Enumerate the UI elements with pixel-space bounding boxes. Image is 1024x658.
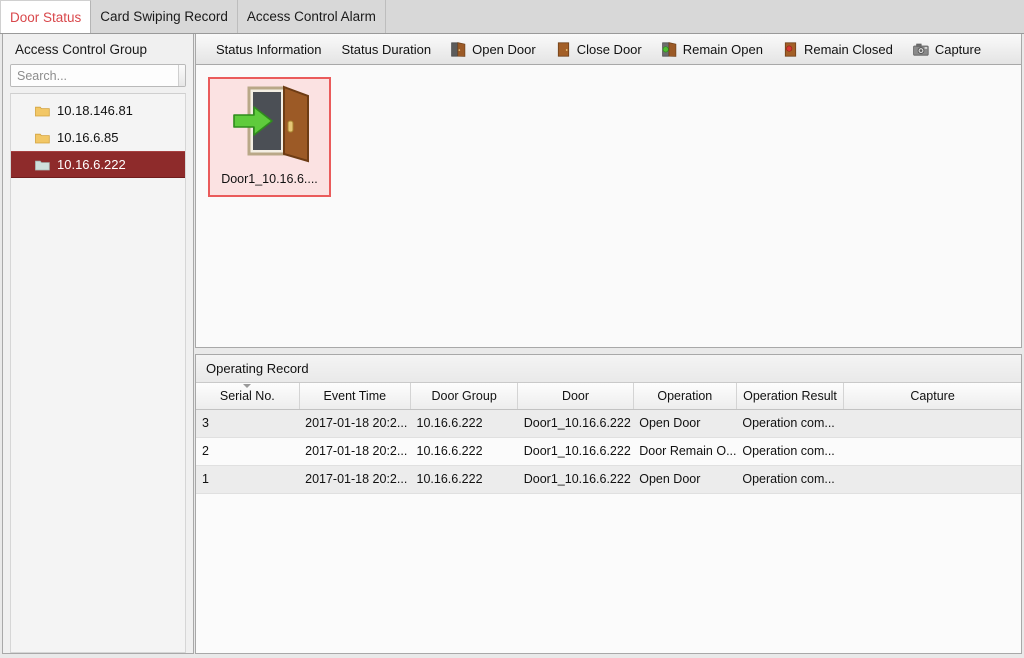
- column-header-operation-result[interactable]: Operation Result: [736, 383, 845, 410]
- cell-event-time: 2017-01-18 20:2...: [299, 437, 411, 466]
- cell-operation-result: Operation com...: [736, 409, 844, 438]
- operating-record-title: Operating Record: [196, 355, 1021, 383]
- tab-access-control-alarm[interactable]: Access Control Alarm: [237, 0, 386, 33]
- cell-serial-no: 2: [196, 437, 300, 466]
- table-row[interactable]: 1 2017-01-18 20:2... 10.16.6.222 Door1_1…: [196, 465, 1021, 494]
- cell-door: Door1_10.16.6.222: [517, 409, 634, 438]
- door-card-label: Door1_10.16.6....: [221, 172, 318, 186]
- cell-capture: [843, 437, 1021, 466]
- column-header-door-group[interactable]: Door Group: [410, 383, 519, 410]
- door-display-area: Door1_10.16.6....: [195, 65, 1022, 348]
- toolbar-remain-closed[interactable]: Remain Closed: [773, 37, 903, 61]
- search-row: [10, 64, 186, 87]
- camera-icon: [913, 43, 929, 56]
- cell-event-time: 2017-01-18 20:2...: [299, 465, 411, 494]
- column-header-door[interactable]: Door: [517, 383, 634, 410]
- cell-door-group: 10.16.6.222: [410, 409, 518, 438]
- cell-capture: [843, 465, 1021, 494]
- toolbar-remain-open[interactable]: Remain Open: [652, 37, 773, 61]
- column-label: Serial No.: [219, 388, 275, 403]
- folder-icon: [35, 105, 50, 117]
- toolbar-status-duration[interactable]: Status Duration: [332, 37, 442, 61]
- tree-item-10-18-146-81[interactable]: 10.18.146.81: [11, 97, 185, 124]
- tree-item-label: 10.16.6.85: [57, 130, 119, 145]
- operating-record-panel: Operating Record Serial No. Event Time D…: [195, 354, 1022, 654]
- folder-icon: [35, 159, 50, 171]
- cell-serial-no: 3: [196, 409, 300, 438]
- cell-door: Door1_10.16.6.222: [517, 437, 634, 466]
- tab-card-swiping-record-label: Card Swiping Record: [100, 9, 228, 24]
- door-remain-closed-icon: [783, 41, 798, 57]
- cell-operation: Door Remain O...: [633, 437, 737, 466]
- toolbar-close-door[interactable]: Close Door: [546, 37, 652, 61]
- toolbar-capture[interactable]: Capture: [903, 37, 991, 61]
- cell-serial-no: 1: [196, 465, 300, 494]
- column-header-operation[interactable]: Operation: [633, 383, 737, 410]
- column-header-capture[interactable]: Capture: [843, 383, 1021, 410]
- column-label: Operation Result: [743, 388, 837, 403]
- column-label: Capture: [910, 388, 955, 403]
- column-label: Door Group: [431, 388, 497, 403]
- search-icon: [185, 67, 186, 85]
- sort-desc-icon: [243, 384, 252, 388]
- table-row[interactable]: 3 2017-01-18 20:2... 10.16.6.222 Door1_1…: [196, 409, 1021, 438]
- toolbar-label: Status Duration: [341, 41, 432, 57]
- tree-item-10-16-6-85[interactable]: 10.16.6.85: [11, 124, 185, 151]
- access-control-group-panel: Access Control Group 10.18.1: [2, 34, 194, 654]
- right-side: Status Information Status Duration Open …: [195, 34, 1022, 654]
- column-label: Event Time: [323, 388, 387, 403]
- door-closed-icon: [556, 41, 571, 57]
- access-control-group-tree: 10.18.146.81 10.16.6.85 10.16.6.222: [10, 93, 186, 653]
- tab-access-control-alarm-label: Access Control Alarm: [246, 9, 376, 24]
- table-header-row: Serial No. Event Time Door Group Door Op: [196, 383, 1021, 410]
- door-open-arrow-icon: [228, 85, 312, 168]
- table-row[interactable]: 2 2017-01-18 20:2... 10.16.6.222 Door1_1…: [196, 437, 1021, 466]
- cell-operation: Open Door: [633, 465, 737, 494]
- tree-item-label: 10.16.6.222: [57, 157, 126, 172]
- tab-door-status[interactable]: Door Status: [0, 0, 92, 33]
- toolbar-label: Capture: [934, 41, 982, 57]
- tree-item-10-16-6-222[interactable]: 10.16.6.222: [11, 151, 185, 178]
- column-label: Door: [561, 388, 590, 403]
- cell-door-group: 10.16.6.222: [410, 437, 518, 466]
- toolbar-label: Remain Open: [682, 41, 763, 57]
- cell-operation-result: Operation com...: [736, 465, 844, 494]
- toolbar-label: Remain Closed: [803, 41, 893, 57]
- cell-operation: Open Door: [633, 409, 737, 438]
- column-label: Operation: [657, 388, 713, 403]
- toolbar-label: Open Door: [472, 41, 536, 57]
- door-card-door1[interactable]: Door1_10.16.6....: [208, 77, 331, 197]
- operating-record-table: Serial No. Event Time Door Group Door Op: [196, 383, 1021, 494]
- toolbar-label: Close Door: [576, 41, 642, 57]
- search-button[interactable]: [178, 65, 186, 86]
- folder-icon: [35, 132, 50, 144]
- workspace: Access Control Group 10.18.1: [0, 34, 1024, 658]
- door-remain-open-icon: [661, 41, 677, 57]
- tab-card-swiping-record[interactable]: Card Swiping Record: [91, 0, 238, 33]
- cell-capture: [843, 409, 1021, 438]
- cell-door-group: 10.16.6.222: [410, 465, 518, 494]
- tab-strip: Door Status Card Swiping Record Access C…: [0, 0, 1024, 34]
- tab-door-status-label: Door Status: [10, 9, 82, 25]
- column-header-serial-no[interactable]: Serial No.: [196, 383, 300, 410]
- cell-event-time: 2017-01-18 20:2...: [299, 409, 411, 438]
- door-open-icon: [451, 41, 466, 57]
- panel-title: Access Control Group: [3, 34, 193, 64]
- toolbar-status-information[interactable]: Status Information: [206, 37, 332, 61]
- column-header-event-time[interactable]: Event Time: [299, 383, 412, 410]
- tree-item-label: 10.18.146.81: [57, 103, 133, 118]
- table-empty-space: [196, 493, 1021, 653]
- cell-door: Door1_10.16.6.222: [517, 465, 634, 494]
- search-input[interactable]: [11, 65, 178, 86]
- door-toolbar: Status Information Status Duration Open …: [195, 34, 1022, 65]
- toolbar-open-door[interactable]: Open Door: [441, 37, 546, 61]
- cell-operation-result: Operation com...: [736, 437, 844, 466]
- toolbar-label: Status Information: [216, 41, 322, 57]
